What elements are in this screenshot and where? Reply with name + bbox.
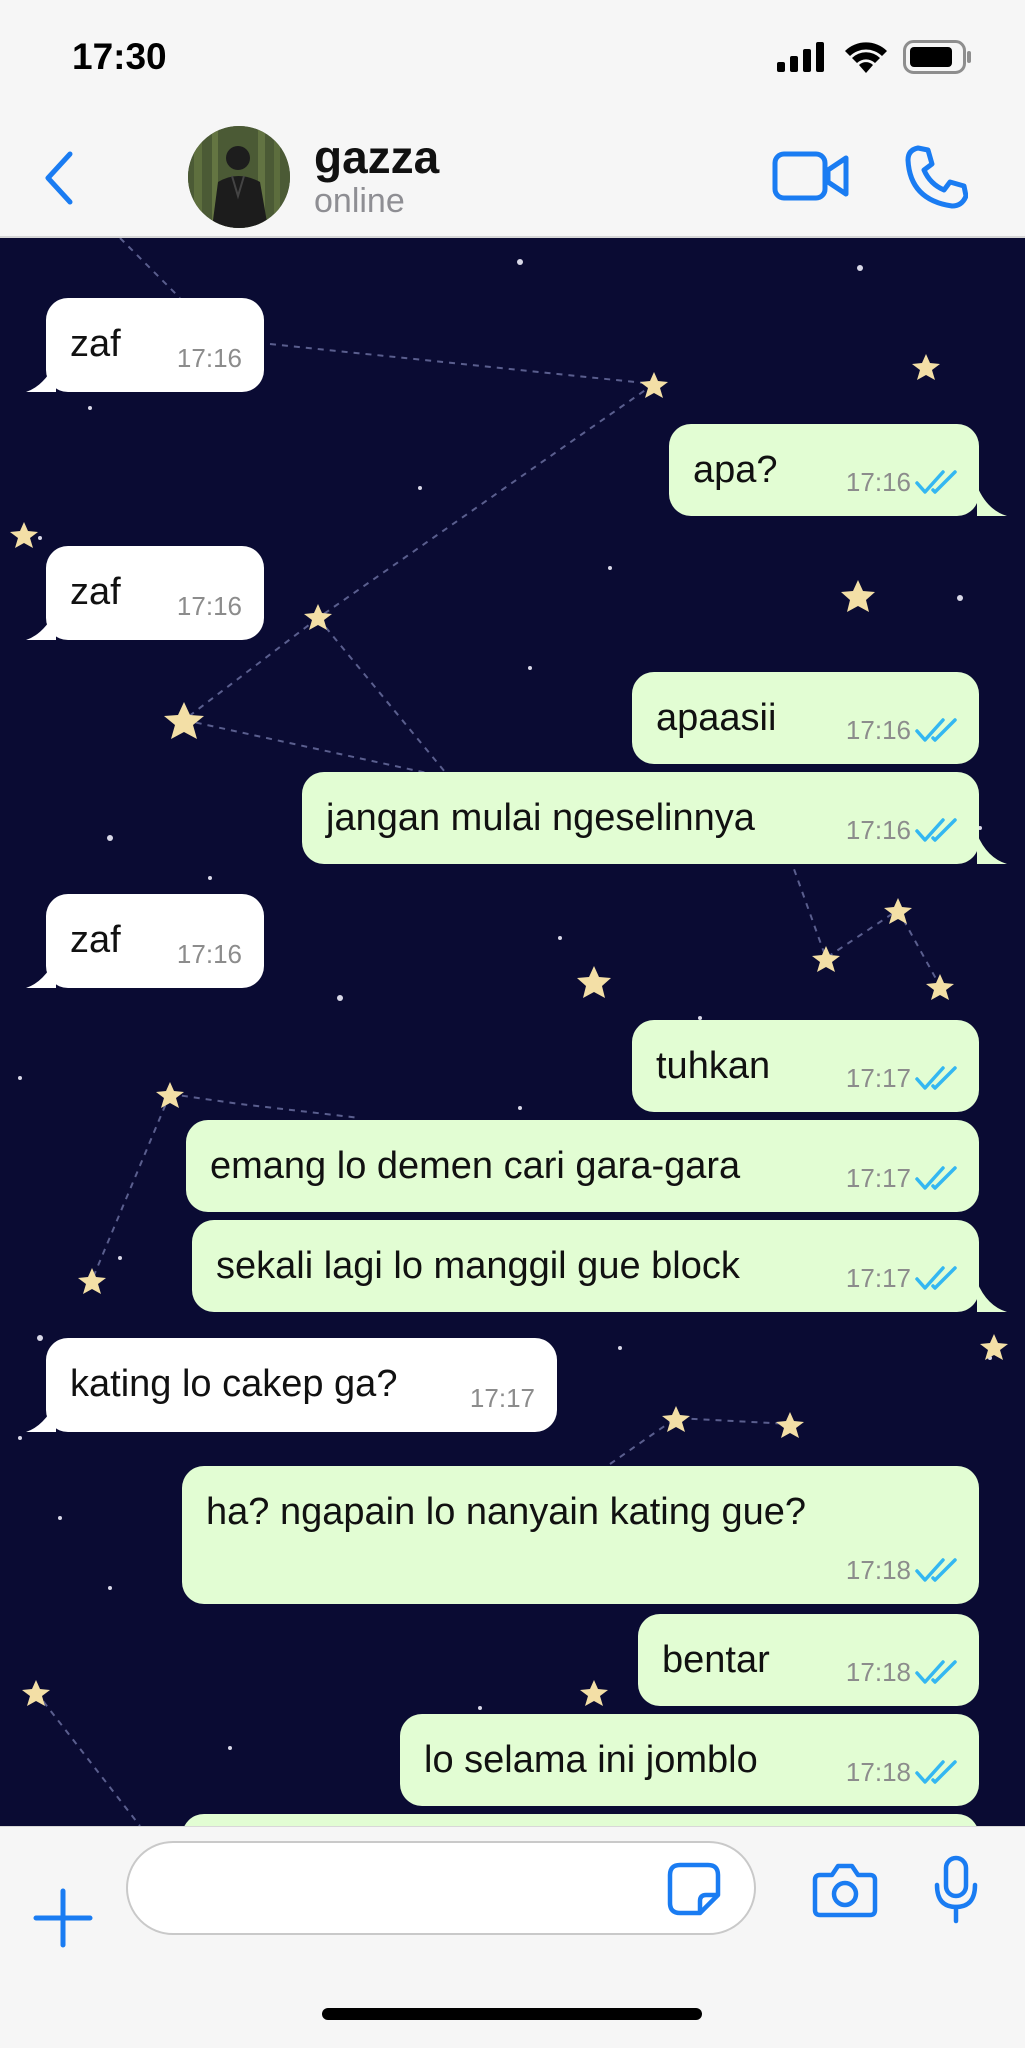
- sticker-icon[interactable]: [666, 1861, 722, 1917]
- message-meta: 17:16: [846, 460, 965, 504]
- message-bubble-outgoing[interactable]: jangan mulai ngeselinnya 17:16: [302, 772, 1007, 864]
- message-bubble-incoming[interactable]: kating lo cakep ga? 17:17: [26, 1338, 557, 1432]
- message-text: kating lo cakep ga?: [70, 1363, 398, 1405]
- double-check-icon: [915, 718, 957, 742]
- message-bubble-outgoing[interactable]: emang lo demen cari gara-gara 17:17: [186, 1120, 979, 1212]
- message-bubble-incoming[interactable]: zaf 17:16: [26, 298, 264, 392]
- microphone-icon[interactable]: [932, 1855, 980, 1925]
- bubble-tail: [26, 958, 56, 988]
- message-bubble-incoming[interactable]: zaf 17:16: [26, 894, 264, 988]
- message-time: 17:16: [176, 939, 242, 969]
- message-bubble-outgoing[interactable]: ha? ngapain lo nanyain kating gue? 17:18: [182, 1466, 979, 1604]
- message-time: 17:18: [845, 1555, 911, 1585]
- message-meta: 17:18: [846, 1548, 965, 1592]
- bubble-tail: [26, 362, 56, 392]
- message-time: 17:17: [469, 1383, 535, 1413]
- message-text: tuhkan: [656, 1045, 771, 1087]
- contact-name[interactable]: gazza: [314, 130, 439, 184]
- avatar[interactable]: [188, 126, 290, 228]
- message-time: 17:16: [176, 591, 242, 621]
- message-text: emang lo demen cari gara-gara: [210, 1145, 741, 1187]
- message-time: 17:18: [845, 1757, 911, 1787]
- battery-icon: [903, 40, 971, 74]
- message-meta: 17:16: [177, 336, 242, 380]
- contact-status: online: [314, 182, 405, 220]
- message-time: 17:16: [845, 715, 911, 745]
- plus-icon[interactable]: [32, 1887, 94, 1949]
- message-text: jangan mulai ngeselinnya: [326, 797, 755, 839]
- message-text: ha? ngapain lo nanyain kating gue?: [206, 1491, 807, 1533]
- message-bubble-outgoing[interactable]: apaasii 17:16: [632, 672, 979, 764]
- signal-icon: [777, 42, 824, 72]
- bubble-tail: [26, 1402, 56, 1432]
- composer-bar: [0, 1826, 1025, 2048]
- message-bubble-outgoing-partial[interactable]: [182, 1814, 979, 1826]
- double-check-icon: [915, 818, 957, 842]
- message-bubble-incoming[interactable]: zaf 17:16: [26, 546, 264, 640]
- message-text: apa?: [693, 449, 778, 491]
- status-icons: [777, 40, 973, 74]
- message-meta: 17:17: [846, 1256, 965, 1300]
- double-check-icon: [915, 1066, 957, 1090]
- back-chevron-icon[interactable]: [40, 148, 80, 208]
- home-indicator: [322, 2008, 702, 2020]
- bubble-tail: [977, 1282, 1007, 1312]
- avatar-photo: [188, 126, 290, 228]
- status-bar: 17:30: [0, 0, 1025, 118]
- message-meta: 17:16: [177, 584, 242, 628]
- message-input[interactable]: [126, 1841, 756, 1935]
- message-text: zaf: [70, 323, 121, 365]
- double-check-icon: [915, 1558, 957, 1582]
- message-time: 17:18: [845, 1657, 911, 1687]
- message-meta: 17:16: [177, 932, 242, 976]
- message-bubble-outgoing[interactable]: apa? 17:16: [669, 424, 1007, 516]
- message-bubble-outgoing[interactable]: bentar 17:18: [638, 1614, 979, 1706]
- bubble-tail: [26, 610, 56, 640]
- chat-area[interactable]: zaf 17:16 apa? 17:16 zaf 17:16 apaasii 1…: [0, 238, 1025, 1826]
- message-time: 17:16: [845, 467, 911, 497]
- message-bubble-outgoing[interactable]: tuhkan 17:17: [632, 1020, 979, 1112]
- message-bubble-outgoing[interactable]: sekali lagi lo manggil gue block 17:17: [192, 1220, 1007, 1312]
- double-check-icon: [915, 1166, 957, 1190]
- message-text: sekali lagi lo manggil gue block: [216, 1245, 740, 1287]
- double-check-icon: [915, 1266, 957, 1290]
- message-text: bentar: [662, 1639, 770, 1681]
- wifi-icon: [845, 42, 887, 73]
- message-time: 17:16: [176, 343, 242, 373]
- message-meta: 17:18: [846, 1750, 965, 1794]
- message-meta: 17:17: [470, 1376, 535, 1420]
- message-text: lo selama ini jomblo: [424, 1739, 758, 1781]
- message-bubble-outgoing[interactable]: lo selama ini jomblo 17:18: [400, 1714, 979, 1806]
- message-meta: 17:16: [846, 808, 965, 852]
- message-meta: 17:16: [846, 708, 965, 752]
- bubble-tail: [977, 486, 1007, 516]
- message-meta: 17:17: [846, 1056, 965, 1100]
- message-text: apaasii: [656, 697, 777, 739]
- phone-icon[interactable]: [904, 144, 968, 210]
- message-time: 17:17: [845, 1163, 911, 1193]
- camera-icon[interactable]: [812, 1861, 878, 1919]
- bubble-tail: [977, 834, 1007, 864]
- chat-header: gazza online: [0, 118, 1025, 238]
- message-time: 17:16: [845, 815, 911, 845]
- double-check-icon: [915, 470, 957, 494]
- video-camera-icon[interactable]: [772, 148, 850, 204]
- status-time: 17:30: [72, 36, 167, 77]
- double-check-icon: [915, 1660, 957, 1684]
- message-time: 17:17: [845, 1063, 911, 1093]
- message-time: 17:17: [845, 1263, 911, 1293]
- message-text: zaf: [70, 919, 121, 961]
- message-text: zaf: [70, 571, 121, 613]
- message-meta: 17:17: [846, 1156, 965, 1200]
- double-check-icon: [915, 1760, 957, 1784]
- message-meta: 17:18: [846, 1650, 965, 1694]
